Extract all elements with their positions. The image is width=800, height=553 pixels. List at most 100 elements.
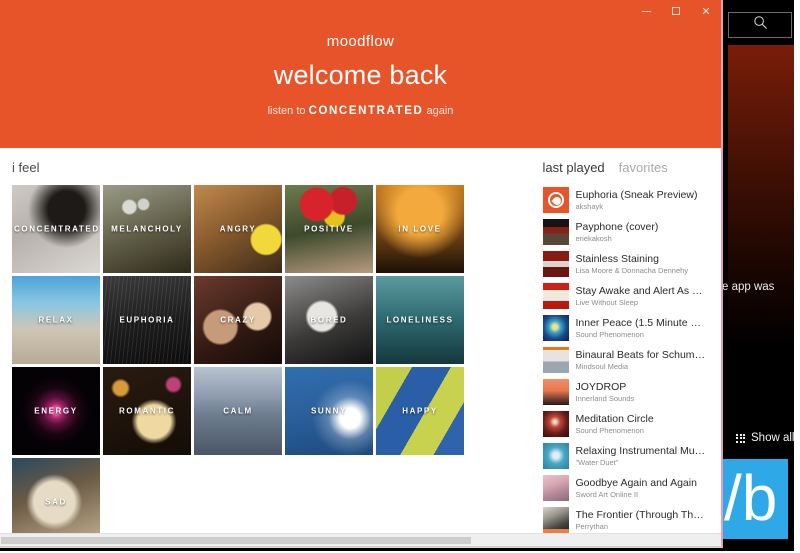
track-row[interactable]: Stay Awake and Alert As Lon... Live Witho… (542, 280, 722, 312)
resume-suffix: again (426, 105, 454, 117)
mood-tile-label: BORED (310, 315, 348, 325)
album-art (542, 315, 569, 341)
mood-tile[interactable]: HAPPY (376, 367, 464, 455)
maximize-button[interactable] (661, 0, 691, 22)
apps-grid-icon (736, 433, 745, 443)
mood-tile-label: POSITIVE (304, 224, 354, 234)
track-artist: akshayk (575, 201, 604, 211)
track-artist: Sound Phenomenon (575, 425, 644, 435)
scrollbar-thumb[interactable] (1, 537, 471, 544)
show-all-button[interactable]: Show all (736, 432, 794, 444)
track-row[interactable]: Stainless Staining Lisa Moore & Donnacha … (542, 248, 722, 280)
track-meta: Meditation Circle Sound Phenomenon (576, 413, 654, 436)
mood-tile[interactable]: ANGRY (194, 185, 282, 273)
content-area: i feel CONCENTRATED MELANCHOLY ANGRY POSITI… (0, 148, 722, 546)
track-title: Relaxing Instrumental Music... (575, 444, 708, 457)
mood-tile-label: SUNNY (310, 406, 347, 416)
album-art (542, 379, 569, 405)
track-meta: Stay Awake and Alert As Lon... Live Witho… (576, 285, 708, 308)
mood-tile[interactable]: CRAZY (194, 276, 282, 364)
track-row[interactable]: Inner Peace (1.5 Minute Edit) Sound Pheno… (542, 312, 722, 344)
mood-tile[interactable]: RELAX (12, 276, 100, 364)
mood-tile-label: RELAX (38, 315, 74, 325)
hero-header: ✕ moodflow welcome back listen to CONCEN… (0, 0, 721, 148)
mood-tile[interactable]: SUNNY (285, 367, 373, 455)
mood-tile-label: IN LOVE (398, 224, 442, 234)
desktop-edge-right (794, 0, 800, 553)
start-menu-gradient (728, 45, 794, 425)
mood-section-label: i feel (12, 160, 40, 175)
mood-pane: i feel CONCENTRATED MELANCHOLY ANGRY POSITI… (0, 148, 539, 546)
track-meta: Inner Peace (1.5 Minute Edit) Sound Pheno… (576, 317, 708, 340)
mood-tile[interactable]: LONELINESS (376, 276, 464, 364)
track-row[interactable]: Meditation Circle Sound Phenomenon (542, 408, 722, 440)
track-row[interactable]: The Frontier (Through The K... Perrythan (542, 504, 722, 536)
track-title: Euphoria (Sneak Preview) (575, 188, 698, 201)
horizontal-scrollbar[interactable] (0, 533, 721, 546)
window-controls: ✕ (631, 0, 721, 22)
page-title: welcome back (273, 60, 448, 90)
track-meta: The Frontier (Through The K... Perrythan (576, 509, 708, 532)
track-title: Goodbye Again and Again (575, 476, 697, 489)
minimize-button[interactable] (631, 0, 661, 22)
mood-tile-label: MELANCHOLY (111, 224, 183, 234)
track-row[interactable]: JOYDROP Innerland Sounds (542, 376, 722, 408)
heart-icon (547, 192, 564, 208)
track-artist: Lisa Moore & Donnacha Dennehy (575, 265, 689, 275)
mood-tile[interactable]: ROMANTIC (103, 367, 191, 455)
track-meta: Stainless Staining Lisa Moore & Donnacha … (576, 253, 689, 276)
track-title: Meditation Circle (575, 412, 654, 425)
mood-tile[interactable]: CONCENTRATED (12, 185, 100, 273)
mood-tile-label: ENERGY (34, 406, 78, 416)
mood-tile[interactable]: BORED (285, 276, 373, 364)
track-meta: Goodbye Again and Again Sword Art Online … (576, 477, 697, 500)
track-row[interactable]: Euphoria (Sneak Preview) akshayk (542, 184, 722, 216)
track-title: JOYDROP (575, 380, 627, 393)
track-artist: Perrythan (575, 521, 609, 531)
mood-tile[interactable]: CALM (194, 367, 282, 455)
track-row[interactable]: Binaural Beats for Schumann... Mindsoul M… (542, 344, 722, 376)
mood-tile[interactable]: POSITIVE (285, 185, 373, 273)
track-artist: eriekakosh (575, 233, 612, 243)
mood-tile[interactable]: EUPHORIA (103, 276, 191, 364)
album-art (542, 347, 569, 373)
album-art (542, 443, 569, 469)
album-art (542, 187, 569, 213)
mood-tile[interactable]: ENERGY (12, 367, 100, 455)
mood-tile-label: LONELINESS (386, 315, 454, 325)
track-row[interactable]: Payphone (cover) eriekakosh (542, 216, 722, 248)
track-title: Binaural Beats for Schumann... (575, 348, 708, 361)
track-title: The Frontier (Through The K... (575, 508, 708, 521)
tab-last-played[interactable]: last played (543, 160, 605, 175)
mood-tile-label: CALM (223, 406, 253, 416)
track-meta: Binaural Beats for Schumann... Mindsoul M… (576, 349, 708, 372)
track-meta: Payphone (cover) eriekakosh (576, 221, 659, 244)
playlist-pane: last played favorites Euphoria (Sneak Pr… (538, 148, 722, 546)
app-brand: moodflow (326, 33, 395, 50)
resume-prefix: listen to (267, 105, 306, 117)
track-meta: Relaxing Instrumental Music... "Water Due… (576, 445, 708, 468)
start-search-box[interactable] (728, 12, 792, 38)
track-artist: Live Without Sleep (575, 297, 639, 307)
mood-tile-label: CONCENTRATED (14, 224, 100, 234)
search-icon (753, 15, 768, 35)
show-all-label: Show all (751, 432, 795, 444)
tab-favorites[interactable]: favorites (619, 160, 668, 175)
mood-tile[interactable]: IN LOVE (376, 185, 464, 273)
album-art (542, 219, 569, 245)
mood-tile[interactable]: MELANCHOLY (103, 185, 191, 273)
track-meta: JOYDROP Innerland Sounds (576, 381, 635, 404)
moodflow-window: ✕ moodflow welcome back listen to CONCEN… (0, 0, 723, 548)
album-art (542, 411, 569, 437)
track-title: Stainless Staining (575, 252, 659, 265)
track-artist: Innerland Sounds (575, 393, 635, 403)
track-artist: Mindsoul Media (575, 361, 629, 371)
mood-tile-label: SAD (45, 497, 67, 507)
close-button[interactable]: ✕ (691, 0, 721, 22)
track-artist: "Water Duet" (575, 457, 619, 467)
mood-tile-label: ANGRY (219, 224, 257, 234)
start-tile[interactable]: /b (722, 459, 788, 539)
track-row[interactable]: Relaxing Instrumental Music... "Water Due… (542, 440, 722, 472)
resume-prompt[interactable]: listen to CONCENTRATED again (0, 105, 721, 117)
track-row[interactable]: Goodbye Again and Again Sword Art Online … (542, 472, 722, 504)
